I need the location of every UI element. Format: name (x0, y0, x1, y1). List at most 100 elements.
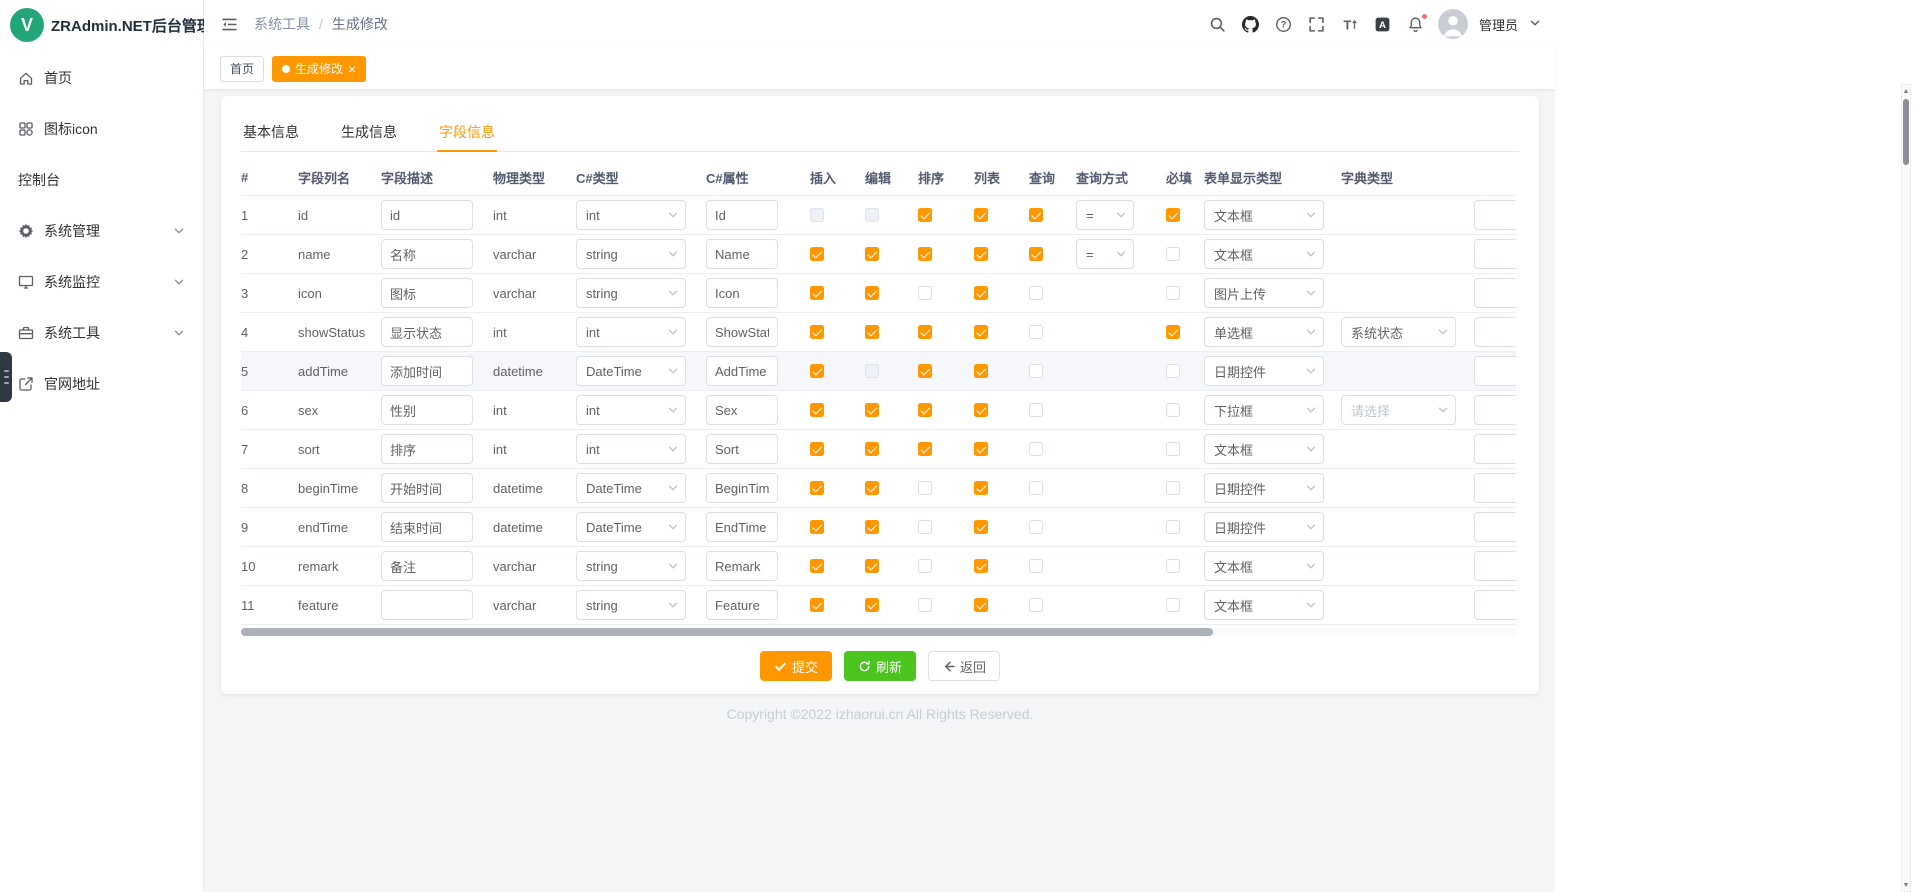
user-menu-chevron-icon[interactable] (1529, 17, 1543, 31)
clipped-column-input[interactable] (1474, 278, 1516, 308)
description-input[interactable] (381, 434, 473, 464)
app-logo[interactable]: V ZRAdmin.NET后台管理 (0, 0, 203, 50)
csharp-property-input[interactable] (706, 317, 778, 347)
display-type-select[interactable]: 文本框 (1204, 200, 1324, 230)
dict-type-select[interactable]: 系统状态 (1341, 317, 1456, 347)
sidebar-item-icons[interactable]: 图标icon (0, 103, 203, 154)
csharp-type-select[interactable]: string (576, 590, 686, 620)
required-checkbox[interactable] (1166, 481, 1180, 495)
list-checkbox[interactable] (974, 598, 988, 612)
required-checkbox[interactable] (1166, 559, 1180, 573)
sort-checkbox[interactable] (918, 364, 932, 378)
required-checkbox[interactable] (1166, 364, 1180, 378)
close-icon[interactable]: × (348, 62, 356, 76)
description-input[interactable] (381, 551, 473, 581)
tags-view-tab-home[interactable]: 首页 (220, 56, 264, 82)
help-icon[interactable]: ? (1273, 13, 1295, 35)
csharp-property-input[interactable] (706, 395, 778, 425)
submit-button[interactable]: 提交 (760, 651, 832, 681)
language-icon[interactable]: A (1372, 13, 1394, 35)
clipped-column-input[interactable] (1474, 356, 1516, 386)
sort-checkbox[interactable] (918, 442, 932, 456)
tab-basic-info[interactable]: 基本信息 (241, 112, 301, 151)
query-checkbox[interactable] (1029, 559, 1043, 573)
query-checkbox[interactable] (1029, 286, 1043, 300)
sidebar-item-console[interactable]: 控制台 (0, 154, 203, 205)
insert-checkbox[interactable] (810, 598, 824, 612)
csharp-type-select[interactable]: int (576, 395, 686, 425)
csharp-type-select[interactable]: string (576, 278, 686, 308)
edit-checkbox[interactable] (865, 520, 879, 534)
description-input[interactable] (381, 512, 473, 542)
insert-checkbox[interactable] (810, 559, 824, 573)
csharp-property-input[interactable] (706, 434, 778, 464)
clipped-column-input[interactable] (1474, 239, 1516, 269)
vertical-scrollbar[interactable]: ▲ ▼ (1901, 84, 1911, 892)
csharp-property-input[interactable] (706, 512, 778, 542)
edit-checkbox[interactable] (865, 325, 879, 339)
tags-view-tab-generate-edit[interactable]: 生成修改× (272, 56, 366, 82)
query-checkbox[interactable] (1029, 481, 1043, 495)
required-checkbox[interactable] (1166, 403, 1180, 417)
horizontal-scrollbar[interactable] (241, 628, 1516, 636)
scroll-up-arrow-icon[interactable]: ▲ (1903, 85, 1910, 97)
fullscreen-icon[interactable] (1306, 13, 1328, 35)
query-checkbox[interactable] (1029, 364, 1043, 378)
display-type-select[interactable]: 日期控件 (1204, 512, 1324, 542)
breadcrumb-parent[interactable]: 系统工具 (254, 14, 310, 34)
query-type-select[interactable]: = (1076, 239, 1134, 269)
display-type-select[interactable]: 图片上传 (1204, 278, 1324, 308)
required-checkbox[interactable] (1166, 325, 1180, 339)
notification-bell-icon[interactable] (1405, 13, 1427, 35)
edit-checkbox[interactable] (865, 559, 879, 573)
description-input[interactable] (381, 473, 473, 503)
list-checkbox[interactable] (974, 481, 988, 495)
query-checkbox[interactable] (1029, 598, 1043, 612)
csharp-type-select[interactable]: DateTime (576, 356, 686, 386)
sort-checkbox[interactable] (918, 325, 932, 339)
csharp-type-select[interactable]: string (576, 239, 686, 269)
csharp-type-select[interactable]: int (576, 200, 686, 230)
csharp-type-select[interactable]: int (576, 434, 686, 464)
query-checkbox[interactable] (1029, 325, 1043, 339)
required-checkbox[interactable] (1166, 520, 1180, 534)
clipped-column-input[interactable] (1474, 551, 1516, 581)
user-avatar[interactable] (1438, 9, 1468, 39)
list-checkbox[interactable] (974, 247, 988, 261)
insert-checkbox[interactable] (810, 325, 824, 339)
description-input[interactable] (381, 278, 473, 308)
description-input[interactable] (381, 317, 473, 347)
dict-type-select[interactable]: 请选择 (1341, 395, 1456, 425)
insert-checkbox[interactable] (810, 286, 824, 300)
csharp-type-select[interactable]: string (576, 551, 686, 581)
vertical-scrollbar-thumb[interactable] (1903, 99, 1909, 165)
list-checkbox[interactable] (974, 286, 988, 300)
sidebar-item-home[interactable]: 首页 (0, 52, 203, 103)
list-checkbox[interactable] (974, 559, 988, 573)
required-checkbox[interactable] (1166, 442, 1180, 456)
list-checkbox[interactable] (974, 403, 988, 417)
query-checkbox[interactable] (1029, 208, 1043, 222)
csharp-type-select[interactable]: DateTime (576, 512, 686, 542)
sort-checkbox[interactable] (918, 208, 932, 222)
display-type-select[interactable]: 下拉框 (1204, 395, 1324, 425)
csharp-type-select[interactable]: int (576, 317, 686, 347)
back-button[interactable]: 返回 (928, 651, 1000, 681)
list-checkbox[interactable] (974, 520, 988, 534)
display-type-select[interactable]: 文本框 (1204, 551, 1324, 581)
insert-checkbox[interactable] (810, 403, 824, 417)
sort-checkbox[interactable] (918, 481, 932, 495)
description-input[interactable] (381, 356, 473, 386)
font-size-icon[interactable]: T (1339, 13, 1361, 35)
menu-fold-icon[interactable] (218, 13, 240, 35)
display-type-select[interactable]: 日期控件 (1204, 473, 1324, 503)
tab-field-info[interactable]: 字段信息 (437, 112, 497, 151)
csharp-property-input[interactable] (706, 551, 778, 581)
sidebar-item-system-tools[interactable]: 系统工具 (0, 307, 203, 358)
display-type-select[interactable]: 文本框 (1204, 239, 1324, 269)
csharp-property-input[interactable] (706, 278, 778, 308)
clipped-column-input[interactable] (1474, 434, 1516, 464)
sidebar-item-website[interactable]: 官网地址 (0, 358, 203, 409)
description-input[interactable] (381, 200, 473, 230)
description-input[interactable] (381, 590, 473, 620)
